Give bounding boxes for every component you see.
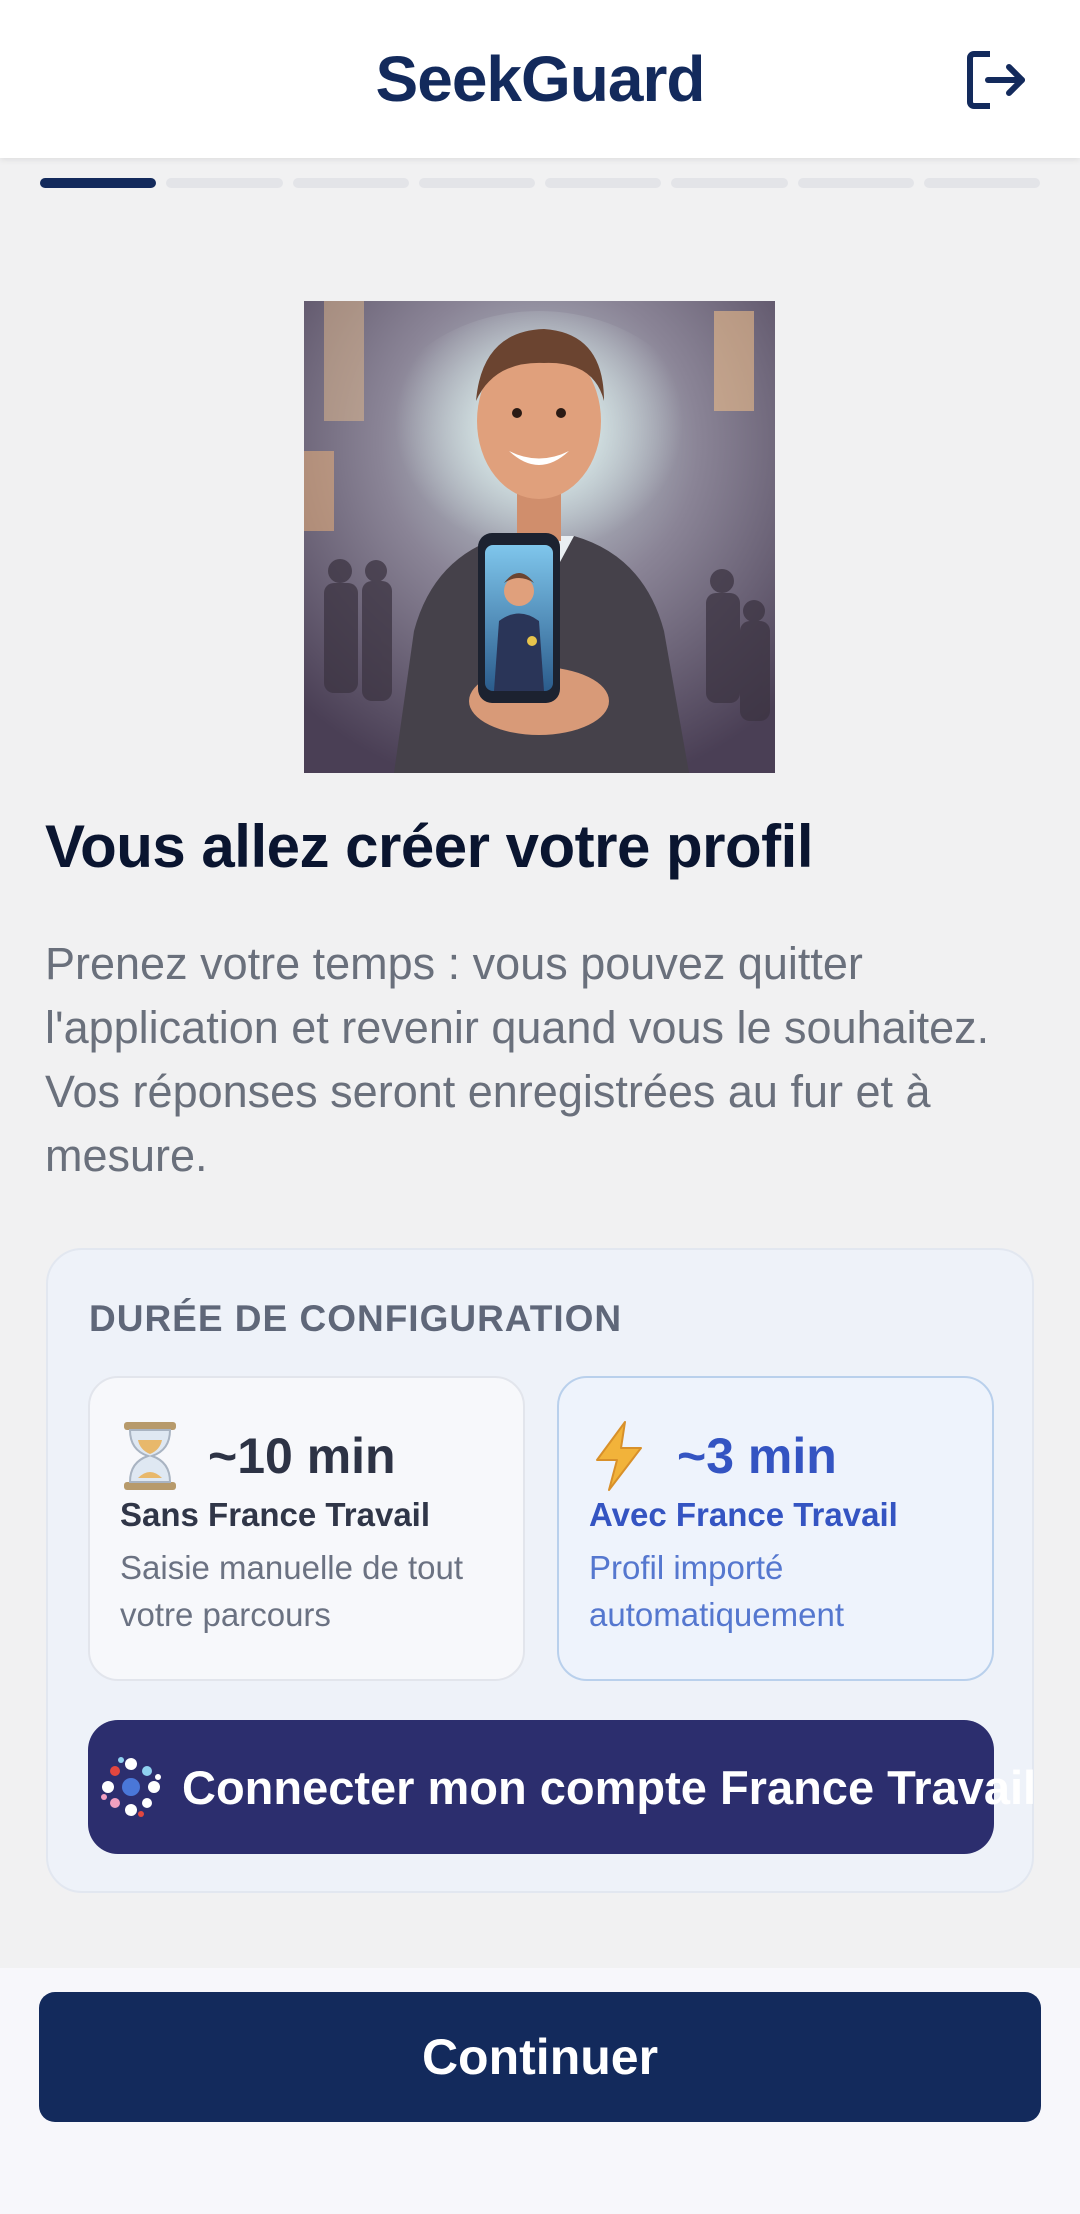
app-title: SeekGuard	[375, 43, 706, 115]
option-with-france-travail: ~3 min Avec France Travail Profil import…	[557, 1376, 994, 1681]
france-travail-logo-icon	[94, 1750, 168, 1824]
app-header: SeekGuard	[0, 0, 1080, 158]
page-title: Vous allez créer votre profil	[45, 813, 814, 880]
step-progress-bar	[40, 178, 1040, 188]
hero-illustration	[304, 301, 775, 773]
duration-value: ~3 min	[677, 1428, 837, 1484]
footer-bar: Continuer	[0, 1968, 1080, 2214]
progress-segment	[545, 178, 662, 188]
option-without-france-travail: ~10 min Sans France Travail Saisie manue…	[88, 1376, 525, 1681]
option-title: Sans France Travail	[120, 1496, 431, 1533]
option-note: Profil importé automatiquement	[589, 1549, 844, 1633]
setup-duration-card: DURÉE DE CONFIGURATION ~10 min Sans Fran…	[46, 1248, 1036, 1893]
card-label: DURÉE DE CONFIGURATION	[89, 1298, 623, 1339]
lightning-icon	[589, 1420, 649, 1492]
progress-segment	[418, 178, 535, 188]
progress-segment	[40, 178, 157, 188]
option-title: Avec France Travail	[589, 1496, 898, 1533]
connect-button-label: Connecter mon compte France Travail	[182, 1760, 1037, 1814]
continue-button[interactable]: Continuer	[39, 1992, 1041, 2122]
duration-value: ~10 min	[208, 1428, 396, 1484]
progress-segment	[292, 178, 409, 188]
option-note: Saisie manuelle de tout votre parcours	[120, 1549, 464, 1633]
progress-segment	[923, 178, 1040, 188]
progress-segment	[797, 178, 914, 188]
logout-icon[interactable]	[964, 48, 1028, 112]
connect-france-travail-button[interactable]: Connecter mon compte France Travail	[88, 1720, 1036, 1854]
progress-segment	[166, 178, 283, 188]
progress-segment	[671, 178, 788, 188]
hourglass-icon	[120, 1420, 180, 1492]
page-description: Prenez votre temps : vous pouvez quitter…	[45, 938, 990, 1181]
